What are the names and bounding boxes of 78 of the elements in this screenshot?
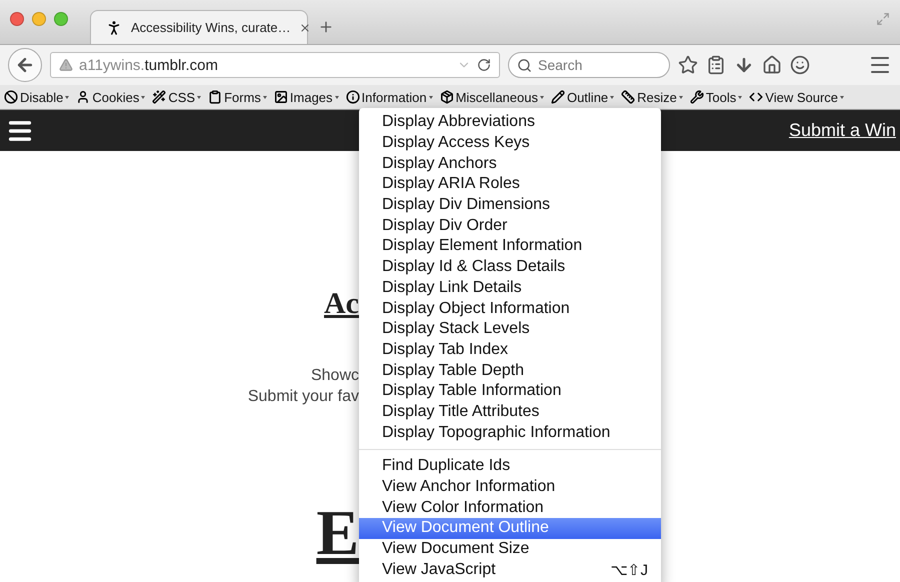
menu-item[interactable]: View Document Outline [359, 518, 661, 539]
menu-item[interactable]: Display ARIA Roles [359, 174, 661, 195]
page-heading: Ac [324, 287, 359, 321]
caret-icon [428, 96, 433, 98]
section-heading: E [316, 503, 359, 563]
magic-wand-icon [152, 90, 166, 104]
close-icon[interactable] [298, 22, 311, 34]
list-icon[interactable] [706, 55, 726, 75]
menu-item[interactable]: View Document Size [359, 538, 661, 560]
toolbar-menu[interactable]: CSS [152, 90, 202, 104]
toolbar-menu[interactable]: Miscellaneous [440, 90, 544, 104]
menu-item[interactable]: Display Table Information [359, 380, 661, 402]
toolbar-menu[interactable]: Information [346, 90, 433, 104]
new-tab-icon[interactable] [318, 19, 334, 35]
caret-icon [197, 96, 202, 98]
menu-item[interactable]: Display Id & Class Details [359, 256, 661, 278]
caret-icon [840, 96, 844, 98]
menu-item[interactable]: View Color Information [359, 497, 661, 518]
menu-item[interactable]: View Anchor Information [359, 476, 661, 498]
caret-icon [262, 96, 267, 98]
menu-item[interactable]: Display Anchors [359, 153, 661, 174]
clipboard-icon [208, 90, 222, 104]
shortcut-text: ⌥⇧J [610, 560, 648, 579]
toolbar-menu[interactable]: Resize [621, 90, 683, 104]
menu-item[interactable]: View JavaScript ⌥⇧J [359, 559, 661, 580]
menu-item[interactable]: Display Div Order [359, 215, 661, 236]
caret-icon [738, 96, 742, 98]
caret-icon [610, 96, 614, 98]
download-icon[interactable] [734, 55, 754, 75]
image-icon [274, 90, 288, 104]
caret-icon [678, 96, 683, 98]
menu-item[interactable]: Display Abbreviations [359, 112, 661, 133]
submit-link[interactable]: Submit a Win [788, 120, 896, 141]
menu-item[interactable]: Display Topographic Information [359, 422, 661, 443]
menu-item[interactable]: Display Div Dimensions [359, 194, 661, 216]
menu-item[interactable]: Display Stack Levels [359, 318, 661, 340]
home-icon[interactable] [762, 55, 782, 75]
code-icon [749, 90, 764, 104]
intro-text: Showc [310, 366, 359, 386]
caret-icon [141, 96, 146, 98]
wrench-icon [690, 90, 704, 104]
menu-item[interactable]: Display Access Keys [359, 132, 661, 154]
pencil-icon [550, 90, 565, 104]
menu-item[interactable]: Display Object Information [359, 298, 661, 319]
box-icon [440, 90, 454, 104]
address-bar[interactable]: a11ywins.tumblr.com [50, 52, 500, 78]
close-icon[interactable] [10, 12, 24, 26]
star-icon[interactable] [678, 55, 698, 75]
menu-item[interactable]: Display Element Information [359, 236, 661, 257]
toolbar-menu[interactable]: View Source [749, 90, 844, 104]
browser-tab[interactable]: Accessibility Wins, curate… [90, 10, 308, 44]
caret-icon [540, 96, 544, 98]
menu-item[interactable]: Display Tab Index [359, 340, 661, 360]
info-icon [346, 90, 360, 104]
search-icon [517, 58, 532, 72]
toolbar-menu[interactable]: Forms [208, 90, 267, 104]
warning-icon [59, 58, 73, 72]
search-field[interactable]: Search [508, 52, 670, 78]
smiley-icon[interactable] [790, 55, 810, 75]
back-icon [15, 55, 35, 75]
no-entry-icon [4, 90, 18, 104]
reload-icon[interactable] [477, 58, 491, 72]
toolbar-menu[interactable]: Images [274, 90, 339, 104]
intro-text: Submit your fav [248, 387, 359, 407]
caret-icon [334, 96, 339, 98]
back-button[interactable] [8, 48, 42, 82]
toolbar-menu[interactable]: Outline [550, 90, 614, 104]
menu-item[interactable]: Display Link Details [359, 278, 661, 298]
toolbar-menu[interactable]: Cookies [76, 90, 146, 104]
caret-icon [65, 96, 70, 98]
toolbar-menu[interactable]: Disable [4, 90, 70, 104]
menu-item[interactable]: Find Duplicate Ids [359, 456, 661, 477]
menu-item[interactable]: Display Table Depth [359, 360, 661, 381]
person-icon [76, 90, 90, 104]
toolbar-menu[interactable]: Tools [690, 90, 742, 104]
menu-item[interactable]: Display Title Attributes [359, 402, 661, 422]
maximize-icon[interactable] [54, 12, 68, 26]
ruler-icon [621, 90, 636, 104]
